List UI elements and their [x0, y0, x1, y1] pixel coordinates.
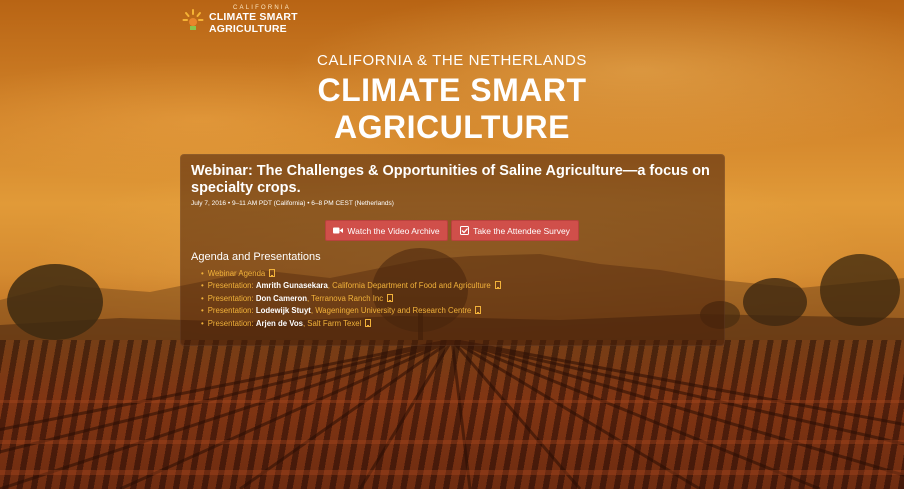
attendee-survey-button[interactable]: Take the Attendee Survey	[451, 220, 579, 241]
video-camera-icon	[333, 227, 344, 234]
hero-title-line-1: CLIMATE SMART	[317, 72, 587, 108]
hero-title-line-2: AGRICULTURE	[334, 109, 570, 145]
agenda-item-org[interactable]: , California Department of Food and Agri…	[328, 281, 491, 290]
agenda-item-label[interactable]: Presentation:	[208, 319, 256, 328]
pdf-icon	[269, 269, 276, 277]
agenda-item-label[interactable]: Presentation:	[208, 294, 256, 303]
agenda-item-speaker[interactable]: Lodewijk Stuyt	[256, 306, 311, 315]
agenda-item-cameron[interactable]: • Presentation: Don Cameron, Terranova Ra…	[201, 293, 501, 305]
vineyard-rows	[0, 340, 904, 489]
pdf-icon	[387, 293, 394, 302]
agenda-heading: Agenda and Presentations	[191, 251, 321, 263]
webinar-date: July 7, 2016 • 9–11 AM PDT (California) …	[191, 200, 394, 207]
logo-line-1: CLIMATE SMART	[209, 11, 298, 23]
agenda-item-speaker[interactable]: Arjen de Vos	[256, 319, 303, 328]
agenda-item-gunasekara[interactable]: • Presentation: Amrith Gunasekara, Califo…	[201, 280, 501, 292]
agenda-item-de-vos[interactable]: • Presentation: Arjen de Vos, Salt Farm T…	[201, 318, 501, 330]
watch-video-button[interactable]: Watch the Video Archive	[325, 220, 448, 241]
agenda-item-webinar-agenda[interactable]: • Webinar Agenda	[201, 268, 501, 280]
agenda-list: • Webinar Agenda • Presentation: Amrith Gu…	[201, 268, 501, 330]
agenda-item-label[interactable]: Presentation:	[208, 306, 256, 315]
site-logo[interactable]: CALIFORNIA CLIMATE SMART AGRICULTURE	[182, 5, 298, 34]
logo-line-2: AGRICULTURE	[209, 22, 287, 35]
agenda-item-speaker[interactable]: Amrith Gunasekara	[256, 281, 328, 290]
checkbox-icon	[460, 226, 470, 235]
agenda-item-org[interactable]: , Terranova Ranch Inc	[307, 294, 383, 303]
agenda-item-label[interactable]: Presentation:	[208, 281, 256, 290]
agenda-item-org[interactable]: , Wageningen University and Research Cen…	[311, 306, 472, 315]
hero-subtitle: CALIFORNIA & THE NETHERLANDS	[317, 52, 587, 69]
agenda-item-org[interactable]: , Salt Farm Texel	[303, 319, 361, 328]
pdf-icon	[494, 281, 501, 290]
agenda-item-label[interactable]: Webinar Agenda	[208, 269, 266, 278]
hero-title-block: CALIFORNIA & THE NETHERLANDS CLIMATE SMA…	[0, 52, 904, 143]
sun-rays-icon	[182, 8, 204, 30]
pdf-icon	[365, 318, 372, 327]
webinar-title: Webinar: The Challenges & Opportunities …	[191, 163, 710, 196]
agenda-item-stuyt[interactable]: • Presentation: Lodewijk Stuyt, Wageninge…	[201, 305, 501, 317]
watch-video-label: Watch the Video Archive	[347, 225, 440, 236]
attendee-survey-label: Take the Attendee Survey	[473, 225, 570, 236]
webinar-panel: Webinar: The Challenges & Opportunities …	[180, 154, 725, 346]
pdf-icon	[475, 306, 482, 315]
agenda-item-speaker[interactable]: Don Cameron	[256, 294, 307, 303]
